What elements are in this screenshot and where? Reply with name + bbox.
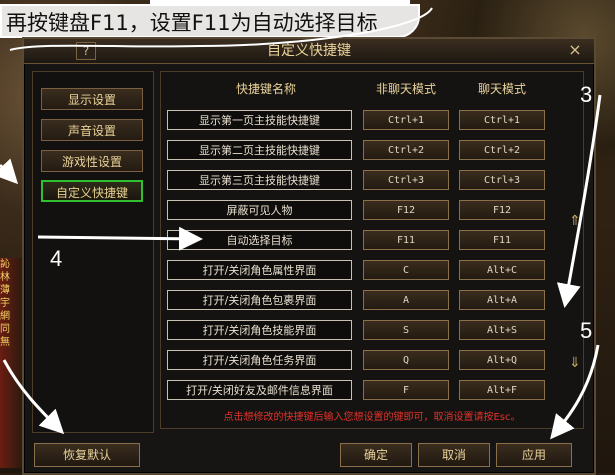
arrow-to-restore — [2, 359, 65, 435]
step-4-label: 4 — [50, 246, 63, 271]
arrow-to-apply — [550, 344, 600, 440]
arrow-to-scroll — [556, 94, 602, 308]
arrow-to-autoselect — [37, 226, 203, 251]
arrow-left-top — [0, 158, 19, 185]
step-5-label: 5 — [580, 318, 593, 343]
step-3-label: 3 — [580, 82, 593, 107]
curve-top-right — [9, 7, 433, 51]
annotation-arrows — [0, 7, 602, 440]
